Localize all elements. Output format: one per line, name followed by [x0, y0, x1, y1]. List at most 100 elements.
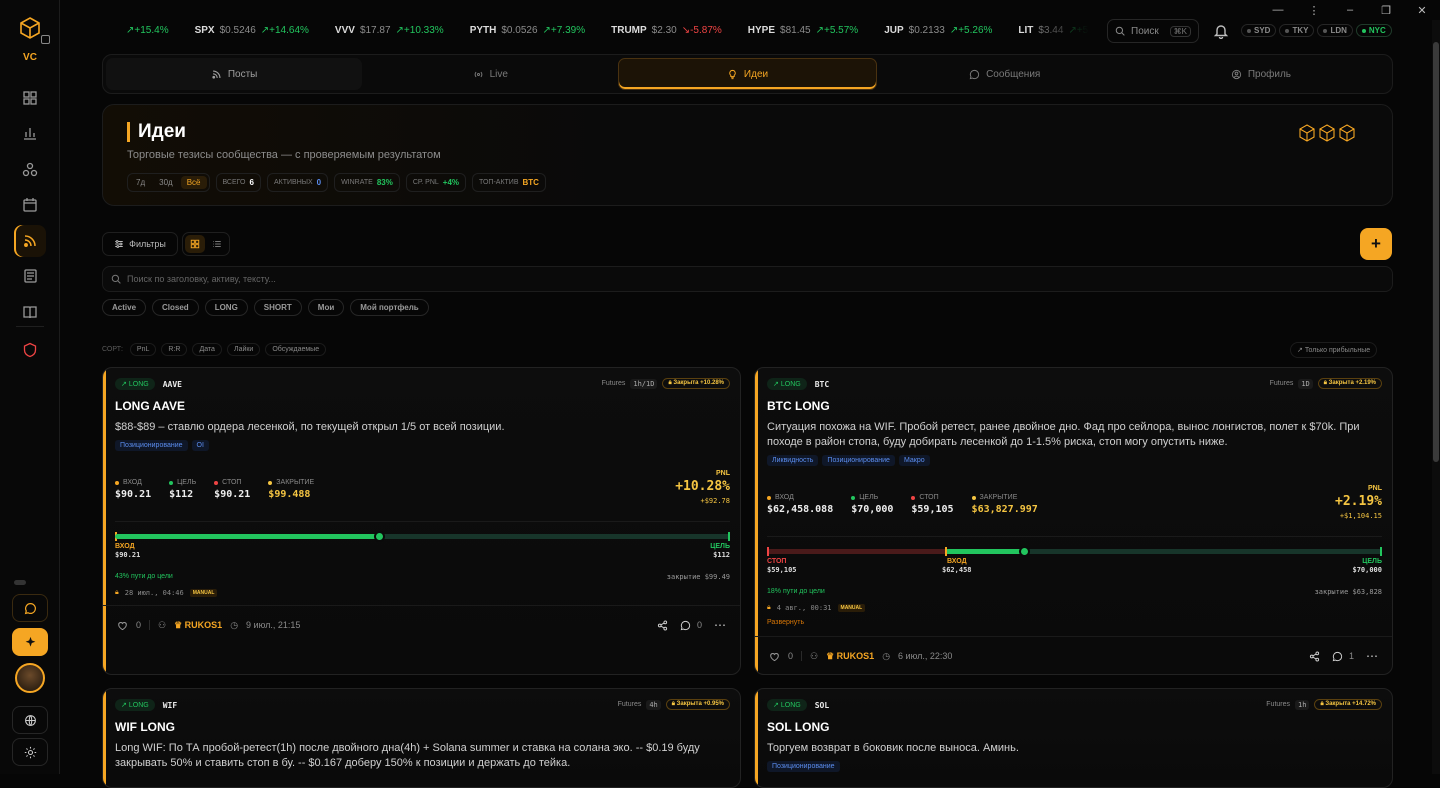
session-syd[interactable]: SYD: [1241, 24, 1277, 37]
idea-card[interactable]: ↗ LONG SOL Futures 1h 🔒︎ Закрыта +14.72% …: [754, 688, 1393, 788]
sort-option[interactable]: Лайки: [226, 343, 261, 356]
tab-ideas[interactable]: Идеи: [618, 58, 877, 90]
grid-view-icon[interactable]: [185, 235, 205, 253]
filter-chip[interactable]: Active: [102, 299, 147, 316]
more-icon[interactable]: ⋯: [714, 618, 726, 632]
ticker-symbol: JUP: [884, 25, 904, 36]
ideas-stats-row: 7д 30д Всё Всего 6 Активных 0 Winrate 83% Ср. Pn…: [127, 173, 546, 192]
network-icon[interactable]: [14, 154, 46, 186]
share-icon[interactable]: [1309, 651, 1320, 662]
newspaper-icon[interactable]: [14, 260, 46, 292]
tab-label: Идеи: [743, 68, 769, 80]
session-tky[interactable]: TKY: [1279, 24, 1315, 37]
dashboard-icon[interactable]: [14, 82, 46, 114]
tab-posts[interactable]: Посты: [106, 58, 363, 90]
trend-up-icon: ↗: [1297, 347, 1305, 354]
ticker-item[interactable]: SPX $0.5246 ↗+14.64%: [195, 25, 309, 36]
sort-option[interactable]: PnL: [129, 343, 157, 356]
sort-option[interactable]: R:R: [161, 343, 188, 356]
tag[interactable]: Позиционирование: [767, 761, 840, 772]
filter-chip[interactable]: LONG: [204, 299, 248, 316]
chat-button[interactable]: [12, 594, 48, 622]
ticker-item[interactable]: HYPE $81.45 ↗+5.57%: [748, 25, 858, 36]
session-nyc[interactable]: NYC: [1355, 24, 1392, 37]
sidebar: VC: [0, 0, 60, 774]
minimize-icon[interactable]: —: [1260, 0, 1296, 20]
ticker-item[interactable]: JUP $0.2133 ↗+5.26%: [884, 25, 992, 36]
tag[interactable]: OI: [191, 440, 209, 451]
period-option[interactable]: 7д: [130, 176, 151, 189]
message-icon: [969, 69, 980, 79]
tab-live[interactable]: Live: [362, 58, 618, 90]
ticker-change: ↘-5.87%: [681, 25, 722, 36]
tag[interactable]: Позиционирование: [822, 455, 895, 466]
ideas-search-input[interactable]: Поиск по заголовку, активу, тексту...: [102, 266, 1393, 292]
ticker-item[interactable]: VVV $17.87 ↗+10.33%: [335, 25, 444, 36]
tab-profile[interactable]: Профиль: [1133, 58, 1389, 90]
ticker-item[interactable]: PYTH $0.0526 ↗+7.39%: [470, 25, 585, 36]
calendar-icon[interactable]: [14, 189, 46, 221]
filters-button[interactable]: Фильтры: [102, 232, 178, 256]
idea-card[interactable]: ↗ LONG WIF Futures 4h 🔒︎ Закрыта +0.95% W…: [102, 688, 741, 788]
language-button[interactable]: [12, 706, 48, 734]
window-restore-icon[interactable]: ❐: [1368, 0, 1404, 20]
target-value: $112: [169, 489, 194, 500]
logo-cube-icon[interactable]: [18, 16, 42, 40]
stat-badge: Активных 0: [266, 173, 329, 192]
more-icon[interactable]: ⋯: [1366, 649, 1378, 663]
filter-chip[interactable]: SHORT: [253, 299, 302, 316]
book-icon[interactable]: [14, 296, 46, 328]
shield-icon[interactable]: [14, 334, 46, 366]
pnl-block: PNL +10.28% +$92.78: [675, 470, 730, 505]
logo-label: VC: [23, 52, 37, 63]
sort-label: СОРТ:: [102, 346, 123, 353]
list-view-icon[interactable]: [207, 235, 227, 253]
idea-card[interactable]: ↗ LONG BTC Futures 1D 🔒︎ Закрыта +2.19% B…: [754, 367, 1393, 675]
sort-option[interactable]: Обсуждаемые: [265, 343, 327, 356]
period-option[interactable]: Всё: [180, 176, 207, 189]
bell-icon[interactable]: [1213, 23, 1229, 39]
chart-icon[interactable]: [14, 117, 46, 149]
global-search[interactable]: Поиск ⌘K: [1107, 19, 1199, 43]
collapse-sidebar-icon[interactable]: [41, 35, 50, 44]
comment-icon[interactable]: [680, 620, 691, 631]
session-ldn[interactable]: LDN: [1317, 24, 1353, 37]
card-tags: Позиционирование OI: [115, 440, 209, 451]
ticker-item[interactable]: TRUMP $2.30 ↘-5.87%: [611, 25, 722, 36]
window-minimize-icon[interactable]: –: [1332, 0, 1368, 20]
close-level: закрытие $99.488: [268, 479, 314, 500]
expand-link[interactable]: Развернуть: [767, 619, 804, 626]
sidebar-scrollbar[interactable]: [14, 580, 26, 585]
timeframe-badge: 4h: [646, 699, 661, 710]
tag[interactable]: Макро: [898, 455, 930, 466]
scrollbar-thumb[interactable]: [1433, 42, 1439, 462]
period-option[interactable]: 30д: [153, 176, 179, 189]
profitable-only-toggle[interactable]: ↗ Только прибыльные: [1290, 342, 1378, 358]
tag[interactable]: Ликвидность: [767, 455, 819, 466]
stop-value: $90.21: [214, 489, 251, 500]
ticker-fade: [1029, 0, 1089, 62]
add-idea-button[interactable]: +: [1360, 228, 1392, 260]
ai-assistant-button[interactable]: [12, 628, 48, 656]
sort-option[interactable]: Дата: [192, 343, 222, 356]
author-name[interactable]: ♛ RUKOS1: [826, 651, 874, 662]
ticker-item[interactable]: ↗+15.4%: [116, 25, 169, 36]
scrollbar-track[interactable]: [1432, 20, 1440, 774]
window-close-icon[interactable]: ✕: [1404, 0, 1440, 20]
more-vertical-icon[interactable]: ⋮: [1296, 0, 1332, 20]
page-title: Идеи: [127, 122, 186, 142]
tag[interactable]: Позиционирование: [115, 440, 188, 451]
filter-chip[interactable]: Мои: [307, 299, 345, 316]
heart-icon[interactable]: [769, 651, 780, 662]
idea-card[interactable]: ↗ LONG AAVE Futures 1h/1D 🔒︎ Закрыта +10.…: [102, 367, 741, 675]
filter-chip[interactable]: Мой портфель: [350, 299, 429, 316]
tab-messages[interactable]: Сообщения: [877, 58, 1133, 90]
author-name[interactable]: ♛ RUKOS1: [174, 620, 222, 631]
theme-button[interactable]: [12, 738, 48, 766]
comment-icon[interactable]: [1332, 651, 1343, 662]
rss-icon[interactable]: [14, 225, 46, 257]
share-icon[interactable]: [657, 620, 668, 631]
filter-chip[interactable]: Closed: [152, 299, 199, 316]
avatar[interactable]: [15, 663, 45, 693]
heart-icon[interactable]: [117, 620, 128, 631]
